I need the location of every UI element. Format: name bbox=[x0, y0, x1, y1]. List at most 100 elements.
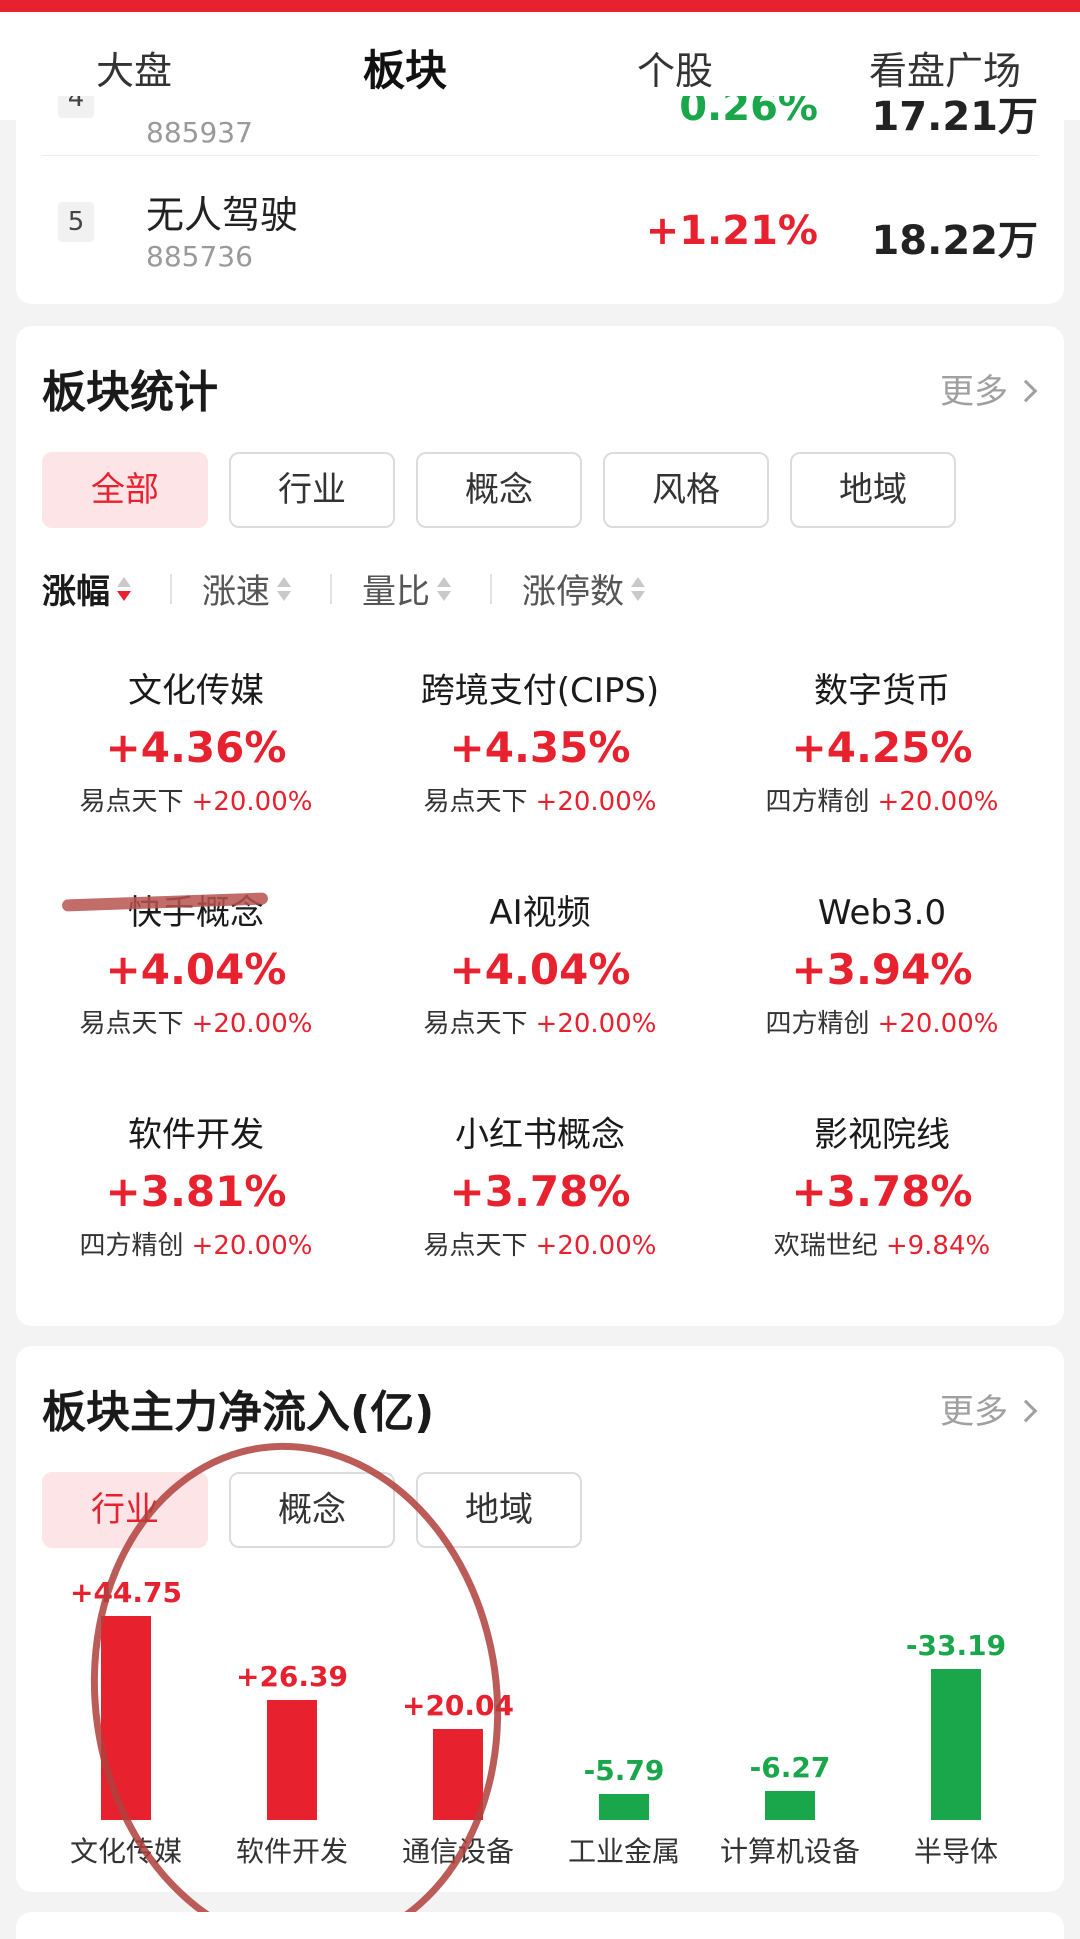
sector-change: +3.78% bbox=[791, 1167, 973, 1216]
sector-amount: 17.21万 bbox=[871, 96, 1038, 140]
sort-limit-up-count[interactable]: 涨停数 bbox=[522, 564, 646, 613]
divider bbox=[490, 574, 492, 604]
stats-more-link[interactable]: 更多 bbox=[940, 364, 1038, 413]
chip-style[interactable]: 风格 bbox=[603, 452, 769, 528]
chip-region[interactable]: 地域 bbox=[790, 452, 956, 528]
sector-name: 文化传媒 bbox=[128, 671, 264, 711]
sector-name: 数字货币 bbox=[814, 671, 950, 711]
sector-name: 无人驾驶 bbox=[146, 193, 299, 237]
inflow-category-label: 半导体 bbox=[913, 1835, 998, 1868]
sector-change: +1.21% bbox=[645, 208, 818, 254]
inflow-value-label: -5.79 bbox=[583, 1754, 665, 1787]
ranking-card: 4 885937 0.26% 17.21万 5 无人驾驶 885736 +1.2… bbox=[16, 96, 1064, 304]
leader-stock: 欢瑞世纪 +9.84% bbox=[773, 1231, 991, 1261]
sector-change: +4.04% bbox=[105, 945, 287, 994]
sector-change: +4.04% bbox=[449, 945, 631, 994]
inflow-bar[interactable] bbox=[931, 1669, 981, 1820]
inflow-bar[interactable] bbox=[267, 1700, 317, 1820]
sector-name: 软件开发 bbox=[128, 1115, 264, 1155]
chip-all[interactable]: 全部 bbox=[42, 452, 208, 528]
sector-code: 885736 bbox=[146, 240, 253, 273]
sector-name: 小红书概念 bbox=[455, 1115, 625, 1155]
sector-change: +4.25% bbox=[791, 723, 973, 772]
sector-cell[interactable]: 数字货币 +4.25% 四方精创 +20.00% bbox=[712, 666, 1052, 866]
leader-stock: 易点天下 +20.00% bbox=[79, 787, 313, 817]
sector-cell[interactable]: AI视频 +4.04% 易点天下 +20.00% bbox=[370, 888, 710, 1088]
sector-change: +4.36% bbox=[105, 723, 287, 772]
sector-change: 0.26% bbox=[679, 96, 818, 130]
leader-stock: 四方精创 +20.00% bbox=[765, 787, 999, 817]
sector-change: +3.81% bbox=[105, 1167, 287, 1216]
inflow-value-label: +20.04 bbox=[401, 1689, 515, 1722]
inflow-bar[interactable] bbox=[433, 1729, 483, 1820]
stats-title: 板块统计 bbox=[42, 367, 218, 418]
stats-sorters: 涨幅 涨速 量比 涨停数 bbox=[42, 564, 1042, 614]
ranking-row[interactable]: 4 885937 0.26% 17.21万 bbox=[42, 96, 1038, 156]
chip-concept[interactable]: 概念 bbox=[416, 452, 582, 528]
tab-stock[interactable]: 个股 bbox=[575, 40, 775, 95]
inflow-value-label: +44.75 bbox=[69, 1576, 183, 1609]
inflow-bar[interactable] bbox=[101, 1616, 151, 1820]
sector-cell[interactable]: 小红书概念 +3.78% 易点天下 +20.00% bbox=[370, 1110, 710, 1310]
next-card-edge bbox=[16, 1912, 1064, 1939]
inflow-category-label: 计算机设备 bbox=[719, 1835, 860, 1868]
tab-square[interactable]: 看盘广场 bbox=[845, 40, 1045, 95]
more-label: 更多 bbox=[940, 372, 1008, 412]
sort-label: 涨幅 bbox=[42, 572, 110, 612]
tab-sector[interactable]: 板块 bbox=[305, 37, 505, 98]
inflow-category-label: 文化传媒 bbox=[69, 1835, 182, 1868]
inflow-category-label: 通信设备 bbox=[401, 1835, 514, 1868]
sector-amount: 18.22万 bbox=[871, 218, 1038, 264]
rank-number: 5 bbox=[58, 202, 94, 242]
sector-cell[interactable]: 软件开发 +3.81% 四方精创 +20.00% bbox=[26, 1110, 366, 1310]
inflow-value-label: +26.39 bbox=[235, 1660, 349, 1693]
leader-stock: 易点天下 +20.00% bbox=[423, 787, 657, 817]
ranking-row[interactable]: 5 无人驾驶 885736 +1.21% 18.22万 bbox=[42, 158, 1038, 280]
inflow-value-label: -6.27 bbox=[749, 1751, 831, 1784]
sort-label: 涨速 bbox=[202, 572, 270, 612]
sort-desc-icon bbox=[116, 575, 132, 605]
leader-stock: 易点天下 +20.00% bbox=[79, 1009, 313, 1039]
tab-market[interactable]: 大盘 bbox=[34, 40, 234, 95]
sector-code: 885937 bbox=[146, 116, 253, 149]
leader-stock: 易点天下 +20.00% bbox=[423, 1009, 657, 1039]
inflow-bar[interactable] bbox=[599, 1794, 649, 1820]
inflow-value-label: -33.19 bbox=[905, 1629, 1007, 1662]
sort-label: 量比 bbox=[362, 572, 430, 612]
sort-speed[interactable]: 涨速 bbox=[202, 564, 292, 613]
sector-change: +3.94% bbox=[791, 945, 973, 994]
chip-industry[interactable]: 行业 bbox=[229, 452, 395, 528]
leader-stock: 四方精创 +20.00% bbox=[79, 1231, 313, 1261]
status-accent-bar bbox=[0, 0, 1080, 12]
inflow-category-label: 工业金属 bbox=[567, 1835, 680, 1868]
net-inflow-bar-chart: +44.75 文化传媒 +26.39 软件开发 +20.04 通信设备 -5.79 工业金属 -… bbox=[16, 1346, 1064, 1892]
chevron-right-icon bbox=[1014, 379, 1038, 403]
sort-icon bbox=[276, 575, 292, 605]
net-inflow-card: 板块主力净流入(亿) 更多 行业 概念 地域 +44.75 文化传媒 +26.39 软… bbox=[16, 1346, 1064, 1939]
inflow-bar[interactable] bbox=[765, 1791, 815, 1820]
sort-volume-ratio[interactable]: 量比 bbox=[362, 564, 452, 613]
sector-name: 跨境支付(CIPS) bbox=[420, 671, 660, 711]
sort-change[interactable]: 涨幅 bbox=[42, 564, 132, 613]
sort-label: 涨停数 bbox=[522, 572, 624, 612]
sector-cell[interactable]: 文化传媒 +4.36% 易点天下 +20.00% bbox=[26, 666, 366, 866]
sector-cell[interactable]: 快手概念 +4.04% 易点天下 +20.00% bbox=[26, 888, 366, 1088]
sector-name: 影视院线 bbox=[814, 1115, 950, 1155]
divider bbox=[330, 574, 332, 604]
sector-cell[interactable]: 影视院线 +3.78% 欢瑞世纪 +9.84% bbox=[712, 1110, 1052, 1310]
sector-change: +3.78% bbox=[449, 1167, 631, 1216]
sector-grid: 文化传媒 +4.36% 易点天下 +20.00% 跨境支付(CIPS) +4.35… bbox=[16, 666, 1064, 1326]
sector-cell[interactable]: 跨境支付(CIPS) +4.35% 易点天下 +20.00% bbox=[370, 666, 710, 866]
inflow-category-label: 软件开发 bbox=[235, 1835, 348, 1868]
sort-icon bbox=[436, 575, 452, 605]
rank-number: 4 bbox=[58, 96, 94, 118]
divider bbox=[170, 574, 172, 604]
leader-stock: 易点天下 +20.00% bbox=[423, 1231, 657, 1261]
sector-name: AI视频 bbox=[489, 893, 591, 933]
stats-filter-chips: 全部 行业 概念 风格 地域 bbox=[42, 452, 1042, 528]
sector-cell[interactable]: Web3.0 +3.94% 四方精创 +20.00% bbox=[712, 888, 1052, 1088]
sector-stats-card: 板块统计 更多 全部 行业 概念 风格 地域 涨幅 涨速 量比 涨停数 文化传媒… bbox=[16, 326, 1064, 1326]
sector-name: Web3.0 bbox=[817, 893, 947, 933]
sort-icon bbox=[630, 575, 646, 605]
sector-change: +4.35% bbox=[449, 723, 631, 772]
